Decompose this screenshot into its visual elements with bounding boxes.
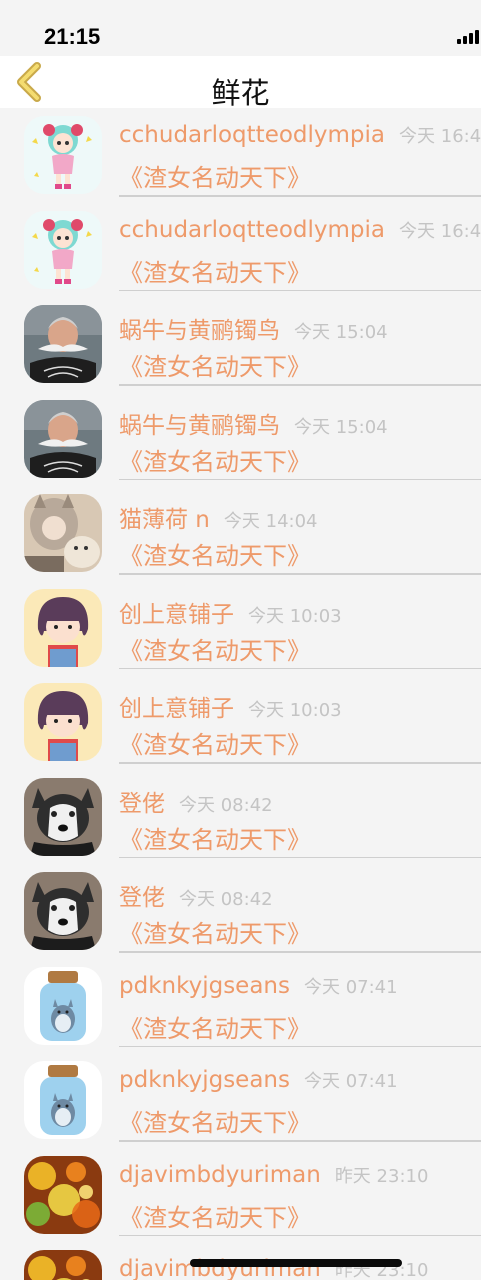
divider xyxy=(119,951,481,953)
list-item[interactable]: cchudarloqtteodlympia 今天 16:4 《渣女名动天下》 xyxy=(0,203,481,298)
status-time: 21:15 xyxy=(44,24,101,49)
user-name-text: 登佬 xyxy=(119,790,165,817)
user-name-text: 创上意铺子 xyxy=(119,601,234,628)
book-title[interactable]: 《渣女名动天下》 xyxy=(119,442,311,477)
timestamp: 昨天 23:10 xyxy=(334,1165,429,1187)
divider xyxy=(119,1045,481,1047)
book-title[interactable]: 《渣女名动天下》 xyxy=(119,820,311,855)
avatar[interactable] xyxy=(24,872,102,950)
timestamp: 今天 15:04 xyxy=(294,416,388,438)
divider xyxy=(119,195,481,197)
user-name-text: 蜗牛与黄鹂镯鸟 xyxy=(119,318,280,344)
user-name: djavimbdyuriman 昨天 23:10 xyxy=(119,1162,428,1188)
timestamp: 今天 07:41 xyxy=(303,976,398,998)
divider xyxy=(119,289,481,291)
user-name: cchudarloqtteodlympia 今天 16:4 xyxy=(119,217,481,243)
list-item[interactable]: 创上意铺子 今天 10:03 《渣女名动天下》 xyxy=(0,581,481,676)
user-name: 蜗牛与黄鹂镯鸟 今天 15:04 xyxy=(119,311,388,345)
timestamp: 今天 14:04 xyxy=(223,511,318,532)
timestamp: 今天 10:03 xyxy=(248,700,342,721)
user-name: 创上意铺子 今天 10:03 xyxy=(119,689,342,723)
divider xyxy=(119,1140,481,1142)
book-title[interactable]: 《渣女名动天下》 xyxy=(119,1103,311,1138)
avatar[interactable] xyxy=(24,1250,102,1280)
signal-icon xyxy=(457,30,479,44)
status-bar: 21:15 xyxy=(0,0,481,56)
divider xyxy=(119,667,481,669)
user-name: 创上意铺子 今天 10:03 xyxy=(119,595,342,629)
book-title[interactable]: 《渣女名动天下》 xyxy=(119,1009,311,1044)
avatar[interactable] xyxy=(24,116,102,194)
list-item[interactable]: 登佬 今天 08:42 《渣女名动天下》 xyxy=(0,864,481,959)
user-name-text: 猫薄荷 n xyxy=(119,507,210,533)
user-name: 猫薄荷 n 今天 14:04 xyxy=(119,500,318,534)
flower-gift-list: cchudarloqtteodlympia 今天 16:4 《渣女名动天下》 cch… xyxy=(0,108,481,1280)
list-item[interactable]: 蜗牛与黄鹂镯鸟 今天 15:04 《渣女名动天下》 xyxy=(0,392,481,487)
user-name: 登佬 今天 08:42 xyxy=(119,878,273,912)
avatar[interactable] xyxy=(24,683,102,761)
list-item[interactable]: 创上意铺子 今天 10:03 《渣女名动天下》 xyxy=(0,675,481,770)
timestamp: 今天 08:42 xyxy=(179,794,273,816)
avatar[interactable] xyxy=(24,966,102,1045)
page-title: 鲜花 xyxy=(211,76,270,110)
avatar[interactable] xyxy=(24,399,102,478)
divider xyxy=(119,573,481,575)
list-item[interactable]: 蜗牛与黄鹂镯鸟 今天 15:04 《渣女名动天下》 xyxy=(0,297,481,392)
user-name-text: 登佬 xyxy=(119,885,165,911)
user-name-text: cchudarloqtteodlympia xyxy=(119,122,386,148)
book-title[interactable]: 《渣女名动天下》 xyxy=(119,914,311,949)
user-name-text: cchudarloqtteodlympia xyxy=(119,216,386,243)
timestamp: 今天 07:41 xyxy=(303,1071,398,1092)
divider xyxy=(119,1234,481,1236)
timestamp: 今天 10:03 xyxy=(248,605,342,627)
book-title[interactable]: 《渣女名动天下》 xyxy=(119,1198,311,1233)
avatar[interactable] xyxy=(24,305,102,383)
avatar[interactable] xyxy=(24,210,102,289)
nav-bar: 鲜花 xyxy=(0,56,481,110)
user-name-text: djavimbdyuriman xyxy=(119,1161,321,1188)
list-item[interactable]: pdknkyjgseans 今天 07:41 《渣女名动天下》 xyxy=(0,959,481,1054)
book-title[interactable]: 《渣女名动天下》 xyxy=(119,725,311,760)
home-indicator[interactable] xyxy=(190,1259,402,1267)
user-name-text: 蜗牛与黄鹂镯鸟 xyxy=(119,412,280,439)
timestamp: 今天 16:4 xyxy=(399,126,481,147)
user-name-text: 创上意铺子 xyxy=(119,696,234,722)
divider xyxy=(119,478,481,480)
timestamp: 今天 15:04 xyxy=(294,322,388,343)
book-title[interactable]: 《渣女名动天下》 xyxy=(119,253,311,288)
avatar[interactable] xyxy=(24,1155,102,1234)
list-item[interactable]: cchudarloqtteodlympia 今天 16:4 《渣女名动天下》 xyxy=(0,108,481,203)
user-name-text: pdknkyjgseans xyxy=(119,972,290,999)
list-item[interactable]: 猫薄荷 n 今天 14:04 《渣女名动天下》 xyxy=(0,486,481,581)
book-title[interactable]: 《渣女名动天下》 xyxy=(119,158,311,193)
divider xyxy=(119,762,481,764)
user-name: cchudarloqtteodlympia 今天 16:4 xyxy=(119,122,481,148)
book-title[interactable]: 《渣女名动天下》 xyxy=(119,536,311,571)
avatar[interactable] xyxy=(24,777,102,856)
list-item[interactable]: djavimbdyuriman 昨天 23:10 《渣女名动天下》 xyxy=(0,1148,481,1243)
user-name: pdknkyjgseans 今天 07:41 xyxy=(119,1067,398,1093)
book-title[interactable]: 《渣女名动天下》 xyxy=(119,347,311,382)
timestamp: 今天 08:42 xyxy=(179,889,273,910)
user-name: 蜗牛与黄鹂镯鸟 今天 15:04 xyxy=(119,406,388,440)
list-item[interactable]: pdknkyjgseans 今天 07:41 《渣女名动天下》 xyxy=(0,1053,481,1148)
list-item[interactable]: 登佬 今天 08:42 《渣女名动天下》 xyxy=(0,770,481,865)
book-title[interactable]: 《渣女名动天下》 xyxy=(119,631,311,666)
avatar[interactable] xyxy=(24,1061,102,1139)
divider xyxy=(119,384,481,386)
user-name: 登佬 今天 08:42 xyxy=(119,784,273,818)
avatar[interactable] xyxy=(24,494,102,572)
avatar[interactable] xyxy=(24,588,102,667)
user-name-text: pdknkyjgseans xyxy=(119,1067,290,1093)
divider xyxy=(119,856,481,858)
timestamp: 今天 16:4 xyxy=(399,220,481,242)
user-name: pdknkyjgseans 今天 07:41 xyxy=(119,973,398,999)
